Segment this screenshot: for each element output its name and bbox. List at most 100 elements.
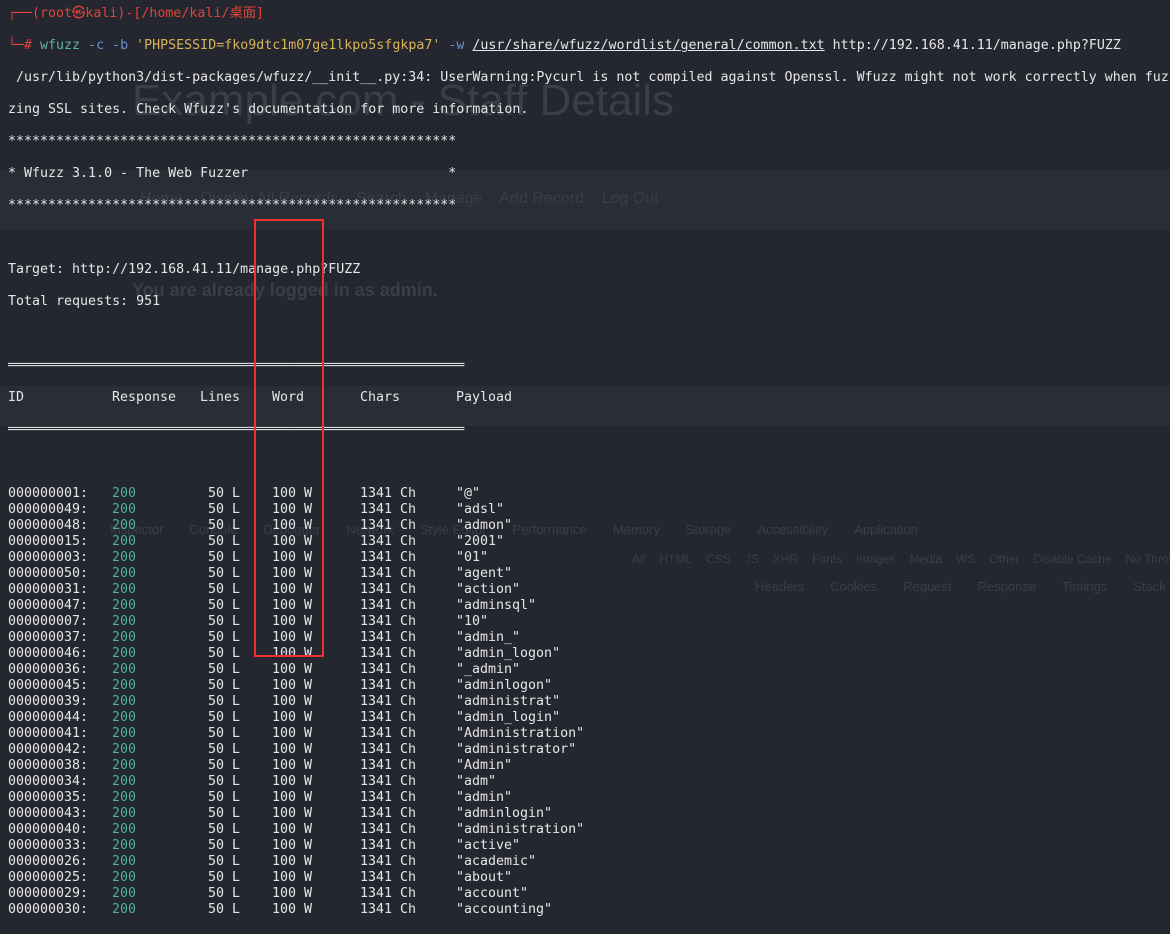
table-row: 000000050: 200 50 L 100 W 1341 Ch "agent" xyxy=(8,566,1169,582)
row-id: 000000026: xyxy=(8,854,89,869)
row-chars: 1341 Ch xyxy=(360,694,417,709)
command-flag-w: -w xyxy=(448,38,465,53)
table-row: 000000045: 200 50 L 100 W 1341 Ch "adminlogon… xyxy=(8,678,1169,694)
command-url: http://192.168.41.11/manage.php?FUZZ xyxy=(832,38,1121,53)
row-payload: "admon" xyxy=(456,518,513,533)
row-lines: 50 L xyxy=(208,486,241,501)
table-row: 000000043: 200 50 L 100 W 1341 Ch "adminlogin… xyxy=(8,806,1169,822)
row-lines: 50 L xyxy=(208,822,241,837)
row-response: 200 xyxy=(112,614,137,629)
row-chars: 1341 Ch xyxy=(360,710,417,725)
row-lines: 50 L xyxy=(208,502,241,517)
table-row: 000000030: 200 50 L 100 W 1341 Ch "accounting… xyxy=(8,902,1169,918)
row-payload: "2001" xyxy=(456,534,505,549)
table-row: 000000038: 200 50 L 100 W 1341 Ch "Admin" xyxy=(8,758,1169,774)
row-response: 200 xyxy=(112,486,137,501)
row-payload: "agent" xyxy=(456,566,513,581)
table-row: 000000015: 200 50 L 100 W 1341 Ch "2001" xyxy=(8,534,1169,550)
row-payload: "administration" xyxy=(456,822,585,837)
row-word: 100 W xyxy=(272,806,313,821)
row-response: 200 xyxy=(112,758,137,773)
row-payload: "admin_" xyxy=(456,630,521,645)
header-lines: Lines xyxy=(200,390,241,405)
table-row: 000000026: 200 50 L 100 W 1341 Ch "academic" xyxy=(8,854,1169,870)
row-id: 000000042: xyxy=(8,742,89,757)
row-chars: 1341 Ch xyxy=(360,742,417,757)
row-response: 200 xyxy=(112,630,137,645)
prompt-symbol: # xyxy=(24,38,33,53)
row-chars: 1341 Ch xyxy=(360,502,417,517)
row-payload: "about" xyxy=(456,870,513,885)
table-row: 000000049: 200 50 L 100 W 1341 Ch "adsl" xyxy=(8,502,1169,518)
warning-line-2: zing SSL sites. Check Wfuzz's documentat… xyxy=(8,102,529,117)
command-name: wfuzz xyxy=(40,38,81,53)
row-payload: "adm" xyxy=(456,774,497,789)
table-row: 000000039: 200 50 L 100 W 1341 Ch "administra… xyxy=(8,694,1169,710)
row-lines: 50 L xyxy=(208,870,241,885)
row-chars: 1341 Ch xyxy=(360,566,417,581)
row-chars: 1341 Ch xyxy=(360,822,417,837)
row-chars: 1341 Ch xyxy=(360,582,417,597)
row-id: 000000039: xyxy=(8,694,89,709)
row-chars: 1341 Ch xyxy=(360,870,417,885)
row-lines: 50 L xyxy=(208,838,241,853)
results-table: 000000001: 200 50 L 100 W 1341 Ch "@" 00000004… xyxy=(8,486,1169,918)
row-word: 100 W xyxy=(272,678,313,693)
row-chars: 1341 Ch xyxy=(360,518,417,533)
row-payload: "admin_login" xyxy=(456,710,561,725)
row-response: 200 xyxy=(112,726,137,741)
row-id: 000000048: xyxy=(8,518,89,533)
row-chars: 1341 Ch xyxy=(360,854,417,869)
row-payload: "accounting" xyxy=(456,902,553,917)
row-word: 100 W xyxy=(272,726,313,741)
separator-top: ════════════════════════════════════════… xyxy=(8,358,465,373)
row-id: 000000038: xyxy=(8,758,89,773)
row-payload: "Administration" xyxy=(456,726,585,741)
separator-bottom: ════════════════════════════════════════… xyxy=(8,422,465,437)
row-chars: 1341 Ch xyxy=(360,598,417,613)
row-chars: 1341 Ch xyxy=(360,902,417,917)
row-payload: "01" xyxy=(456,550,489,565)
command-line: └─# wfuzz -c -b 'PHPSESSID=fko9dtc1m07ge… xyxy=(8,38,1121,53)
table-row: 000000031: 200 50 L 100 W 1341 Ch "action" xyxy=(8,582,1169,598)
row-lines: 50 L xyxy=(208,566,241,581)
row-payload: "academic" xyxy=(456,854,537,869)
row-word: 100 W xyxy=(272,822,313,837)
row-lines: 50 L xyxy=(208,534,241,549)
row-chars: 1341 Ch xyxy=(360,838,417,853)
table-row: 000000025: 200 50 L 100 W 1341 Ch "about" xyxy=(8,870,1169,886)
row-id: 000000043: xyxy=(8,806,89,821)
row-chars: 1341 Ch xyxy=(360,550,417,565)
row-payload: "_admin" xyxy=(456,662,521,677)
target-line: Target: http://192.168.41.11/manage.php?… xyxy=(8,262,361,277)
row-lines: 50 L xyxy=(208,518,241,533)
prompt-user-line: ┌──(root㉿kali)-[/home/kali/桌面] xyxy=(8,6,265,21)
row-payload: "active" xyxy=(456,838,521,853)
row-id: 000000030: xyxy=(8,902,89,917)
row-chars: 1341 Ch xyxy=(360,806,417,821)
banner-stars-top: ****************************************… xyxy=(8,134,457,149)
row-lines: 50 L xyxy=(208,854,241,869)
row-lines: 50 L xyxy=(208,582,241,597)
row-payload: "@" xyxy=(456,486,481,501)
row-chars: 1341 Ch xyxy=(360,614,417,629)
row-response: 200 xyxy=(112,582,137,597)
row-id: 000000044: xyxy=(8,710,89,725)
row-chars: 1341 Ch xyxy=(360,726,417,741)
table-row: 000000042: 200 50 L 100 W 1341 Ch "administra… xyxy=(8,742,1169,758)
table-row: 000000048: 200 50 L 100 W 1341 Ch "admon" xyxy=(8,518,1169,534)
table-row: 000000047: 200 50 L 100 W 1341 Ch "adminsql" xyxy=(8,598,1169,614)
row-response: 200 xyxy=(112,790,137,805)
total-requests: Total requests: 951 xyxy=(8,294,161,309)
row-response: 200 xyxy=(112,854,137,869)
row-id: 000000029: xyxy=(8,886,89,901)
row-lines: 50 L xyxy=(208,550,241,565)
table-row: 000000034: 200 50 L 100 W 1341 Ch "adm" xyxy=(8,774,1169,790)
row-response: 200 xyxy=(112,694,137,709)
table-row: 000000037: 200 50 L 100 W 1341 Ch "admin_" xyxy=(8,630,1169,646)
row-response: 200 xyxy=(112,870,137,885)
row-response: 200 xyxy=(112,902,137,917)
row-lines: 50 L xyxy=(208,710,241,725)
row-lines: 50 L xyxy=(208,902,241,917)
table-row: 000000007: 200 50 L 100 W 1341 Ch "10" xyxy=(8,614,1169,630)
